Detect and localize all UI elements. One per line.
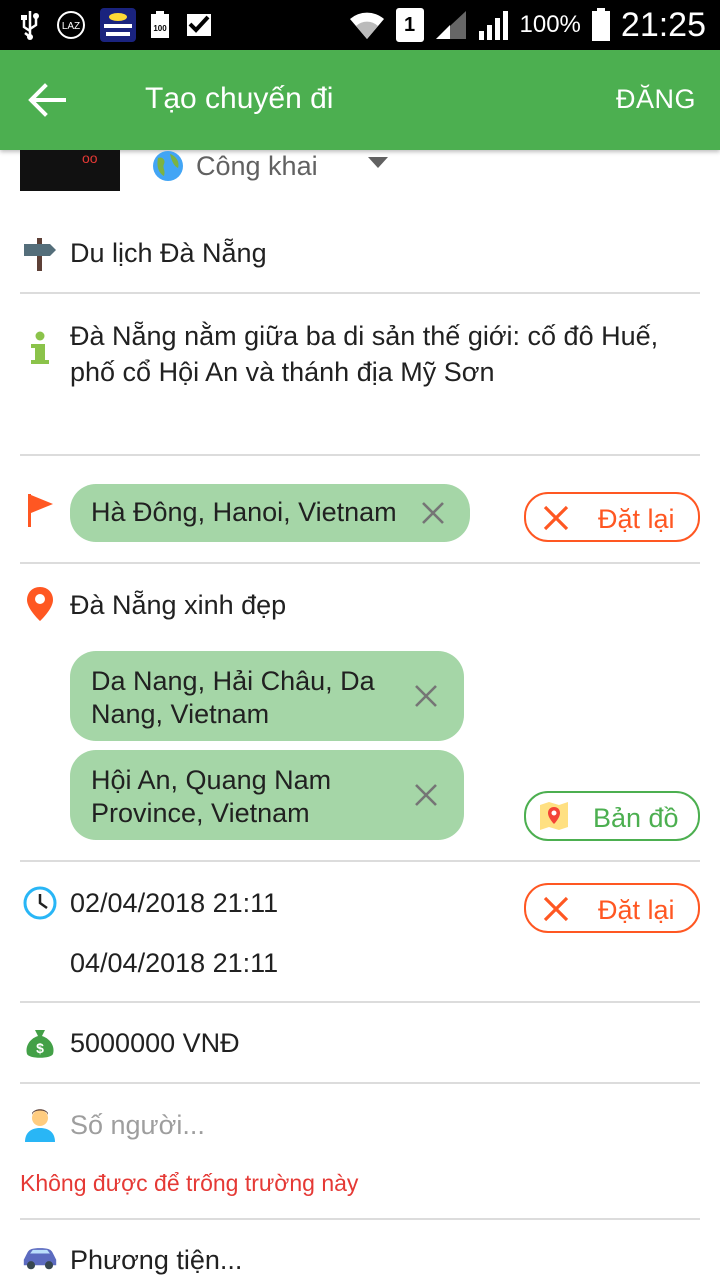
trip-name-input[interactable]: Du lịch Đà Nẵng xyxy=(70,238,267,269)
svg-text:$: $ xyxy=(36,1040,44,1056)
chevron-down-icon[interactable] xyxy=(368,157,388,168)
reset-start-button[interactable]: Đặt lại xyxy=(524,492,700,542)
svg-text:LAZ: LAZ xyxy=(62,21,80,32)
status-bar: LAZ 100 1 100% 21:25 xyxy=(0,0,720,50)
reset-label: Đặt lại xyxy=(598,895,675,925)
close-icon xyxy=(543,896,569,922)
signal-bars-icon xyxy=(478,9,510,41)
destination-title-input[interactable]: Đà Nẵng xinh đẹp xyxy=(70,590,286,621)
clock-icon xyxy=(22,885,58,921)
svg-text:100: 100 xyxy=(153,24,167,33)
destination-chip[interactable]: Hội An, Quang Nam Province, Vietnam xyxy=(70,750,464,840)
close-icon xyxy=(543,505,569,531)
arrow-back-icon xyxy=(28,83,66,117)
map-label: Bản đồ xyxy=(593,803,679,833)
cover-decoration: oo xyxy=(82,150,98,166)
chip-label: Hà Đông, Hanoi, Vietnam xyxy=(91,497,397,527)
app-bar: Tạo chuyến đi ĐĂNG xyxy=(0,50,720,150)
post-button[interactable]: ĐĂNG xyxy=(616,84,696,115)
battery-percent: 100% xyxy=(519,11,581,38)
vehicle-input[interactable]: Phương tiện... xyxy=(70,1245,242,1276)
check-task-icon xyxy=(184,10,214,40)
info-icon xyxy=(22,330,58,366)
battery-icon xyxy=(591,8,611,42)
usb-icon xyxy=(18,9,42,41)
people-count-input[interactable]: Số người... xyxy=(70,1110,205,1141)
end-time-input[interactable]: 04/04/2018 21:11 xyxy=(70,948,278,979)
car-icon xyxy=(22,1240,58,1276)
close-icon[interactable] xyxy=(413,782,439,808)
laz-icon: LAZ xyxy=(56,10,86,40)
money-bag-icon: $ xyxy=(22,1026,58,1062)
destination-chip[interactable]: Da Nang, Hải Châu, Da Nang, Vietnam xyxy=(70,651,464,741)
signal-icon xyxy=(434,9,468,41)
map-button[interactable]: Bản đồ xyxy=(524,791,700,841)
people-error-message: Không được để trống trường này xyxy=(20,1170,359,1196)
person-icon xyxy=(22,1107,58,1143)
clock: 21:25 xyxy=(620,5,706,44)
divider xyxy=(20,454,700,456)
toeic-app-icon xyxy=(100,8,136,42)
divider xyxy=(20,1218,700,1220)
map-icon xyxy=(540,802,568,830)
start-time-input[interactable]: 02/04/2018 21:11 xyxy=(70,888,278,919)
flag-icon xyxy=(22,492,58,528)
divider xyxy=(20,860,700,862)
trip-description-input[interactable]: Đà Nẵng nằm giữa ba di sản thế giới: cố … xyxy=(70,318,690,390)
app-badge-icon: 100 xyxy=(150,11,170,39)
signpost-icon xyxy=(22,236,58,272)
close-icon[interactable] xyxy=(420,500,446,526)
trip-cover-image[interactable]: oo xyxy=(20,150,120,191)
page-title: Tạo chuyến đi xyxy=(145,82,334,115)
sim-icon: 1 xyxy=(395,8,424,42)
reset-label: Đặt lại xyxy=(598,504,675,534)
budget-input[interactable]: 5000000 VNĐ xyxy=(70,1028,240,1059)
divider xyxy=(20,292,700,294)
divider xyxy=(20,562,700,564)
location-pin-icon xyxy=(22,586,58,622)
divider xyxy=(20,1001,700,1003)
privacy-value: Công khai xyxy=(196,150,318,181)
privacy-selector[interactable]: Công khai xyxy=(152,150,318,182)
reset-time-button[interactable]: Đặt lại xyxy=(524,883,700,933)
trip-form: oo Công khai Du lịch Đà Nẵng Đà Nẵng nằm… xyxy=(0,150,720,1280)
chip-label: Hội An, Quang Nam Province, Vietnam xyxy=(91,765,332,828)
close-icon[interactable] xyxy=(413,683,439,709)
start-location-chip[interactable]: Hà Đông, Hanoi, Vietnam xyxy=(70,484,470,542)
divider xyxy=(20,1082,700,1084)
wifi-icon xyxy=(348,9,386,41)
chip-label: Da Nang, Hải Châu, Da Nang, Vietnam xyxy=(91,666,375,729)
globe-icon xyxy=(153,151,183,181)
back-button[interactable] xyxy=(28,76,84,124)
